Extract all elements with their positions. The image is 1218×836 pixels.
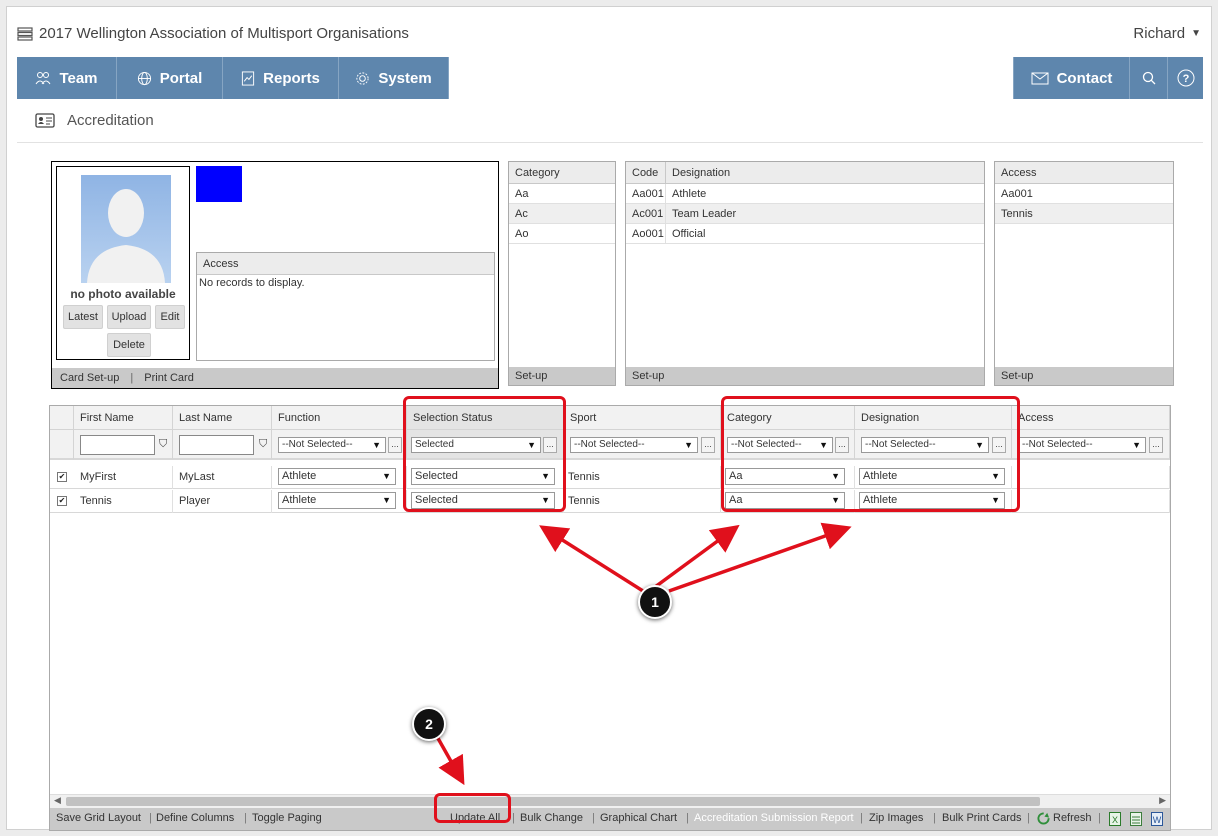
arrow-to-selection-status — [539, 525, 644, 593]
arrow-to-designation — [668, 522, 852, 593]
app-window: 2017 Wellington Association of Multispor… — [6, 6, 1212, 831]
annotation-marker-1: 1 — [638, 585, 672, 619]
arrow-to-category — [653, 524, 740, 589]
annotation-arrows — [433, 522, 852, 786]
annotation-marker-2: 2 — [412, 707, 446, 741]
arrow-to-update-all — [433, 732, 465, 786]
